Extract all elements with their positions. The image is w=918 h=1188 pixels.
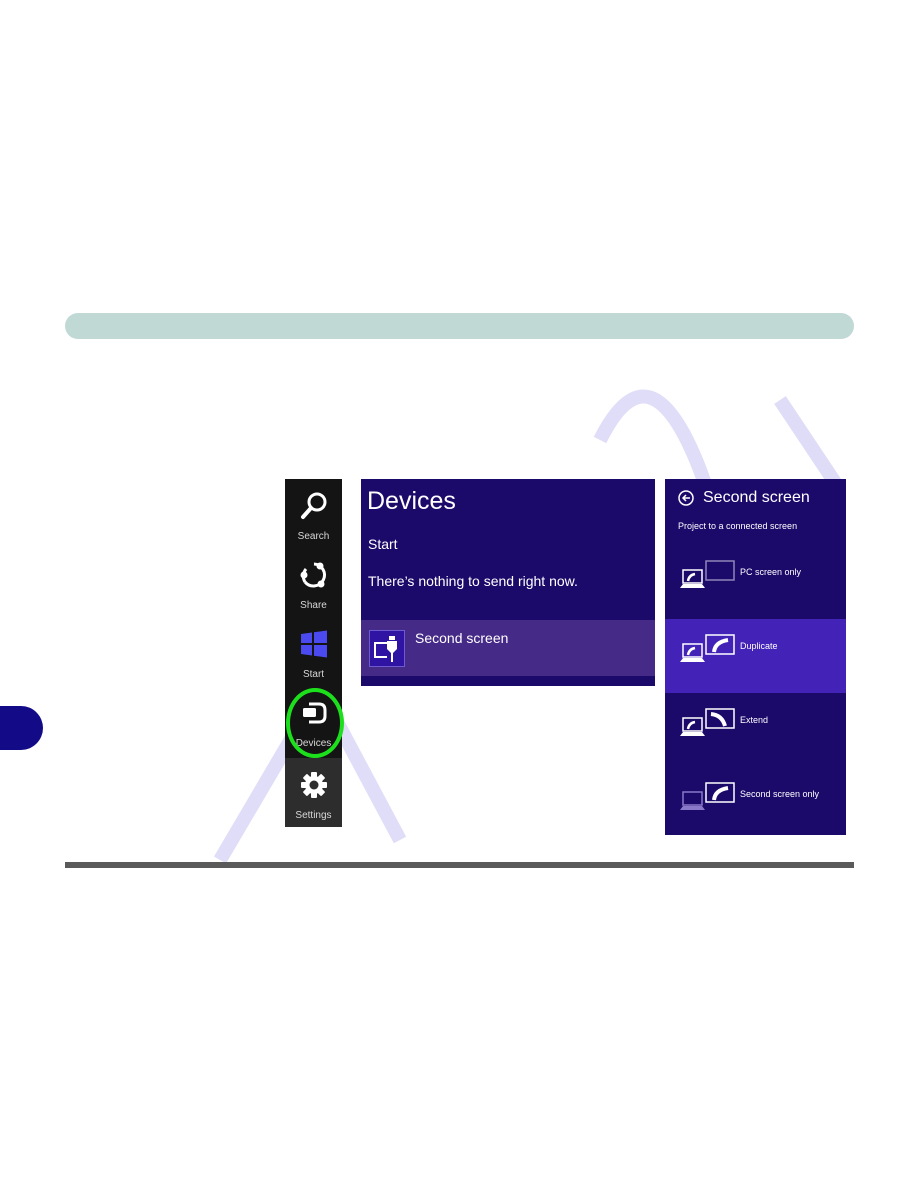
charm-label: Search bbox=[297, 531, 330, 542]
option-label: Second screen only bbox=[740, 789, 820, 799]
second-screen-panel: Second screen Project to a connected scr… bbox=[665, 479, 846, 835]
section-label: Start bbox=[368, 536, 398, 552]
chapter-header-bar bbox=[65, 313, 854, 339]
charm-settings[interactable]: Settings bbox=[285, 758, 342, 827]
option-extend[interactable]: Extend bbox=[665, 693, 846, 767]
second-screen-icon bbox=[369, 630, 405, 667]
devices-panel: Devices Start There’s nothing to send ri… bbox=[361, 479, 655, 686]
extend-icon bbox=[680, 708, 735, 736]
second-screen-item[interactable]: Second screen bbox=[361, 620, 655, 676]
charm-label: Share bbox=[300, 600, 327, 611]
option-label: Extend bbox=[740, 715, 769, 725]
option-label: Duplicate bbox=[740, 641, 778, 651]
option-second-screen-only[interactable]: Second screen only bbox=[665, 767, 846, 841]
footer-rule bbox=[65, 862, 854, 868]
item-label: Second screen bbox=[415, 630, 509, 646]
charm-search[interactable]: Search bbox=[285, 479, 342, 548]
devices-highlight-ring bbox=[286, 688, 344, 758]
gear-icon bbox=[300, 772, 327, 798]
status-message: There’s nothing to send right now. bbox=[368, 573, 578, 589]
charm-label: Start bbox=[302, 669, 325, 680]
charm-share[interactable]: Share bbox=[285, 548, 342, 617]
charm-label: Settings bbox=[295, 810, 332, 821]
panel-subtitle: Project to a connected screen bbox=[678, 521, 798, 531]
option-label: PC screen only bbox=[740, 567, 802, 577]
charm-start[interactable]: Start bbox=[285, 617, 342, 686]
chapter-side-tab bbox=[0, 706, 43, 750]
share-icon bbox=[300, 562, 326, 588]
option-pc-screen-only[interactable]: PC screen only bbox=[665, 545, 846, 619]
second-screen-only-icon bbox=[680, 782, 735, 810]
panel-title: Devices bbox=[367, 487, 456, 515]
option-duplicate[interactable]: Duplicate bbox=[665, 619, 846, 693]
panel-title: Second screen bbox=[703, 489, 810, 506]
charms-bar: Search Share Start Devices Settings bbox=[285, 479, 342, 827]
back-arrow-icon[interactable] bbox=[678, 490, 694, 506]
windows-logo-icon bbox=[300, 630, 327, 658]
duplicate-icon bbox=[680, 634, 735, 662]
search-icon bbox=[300, 492, 326, 519]
pc-screen-only-icon bbox=[680, 560, 735, 588]
